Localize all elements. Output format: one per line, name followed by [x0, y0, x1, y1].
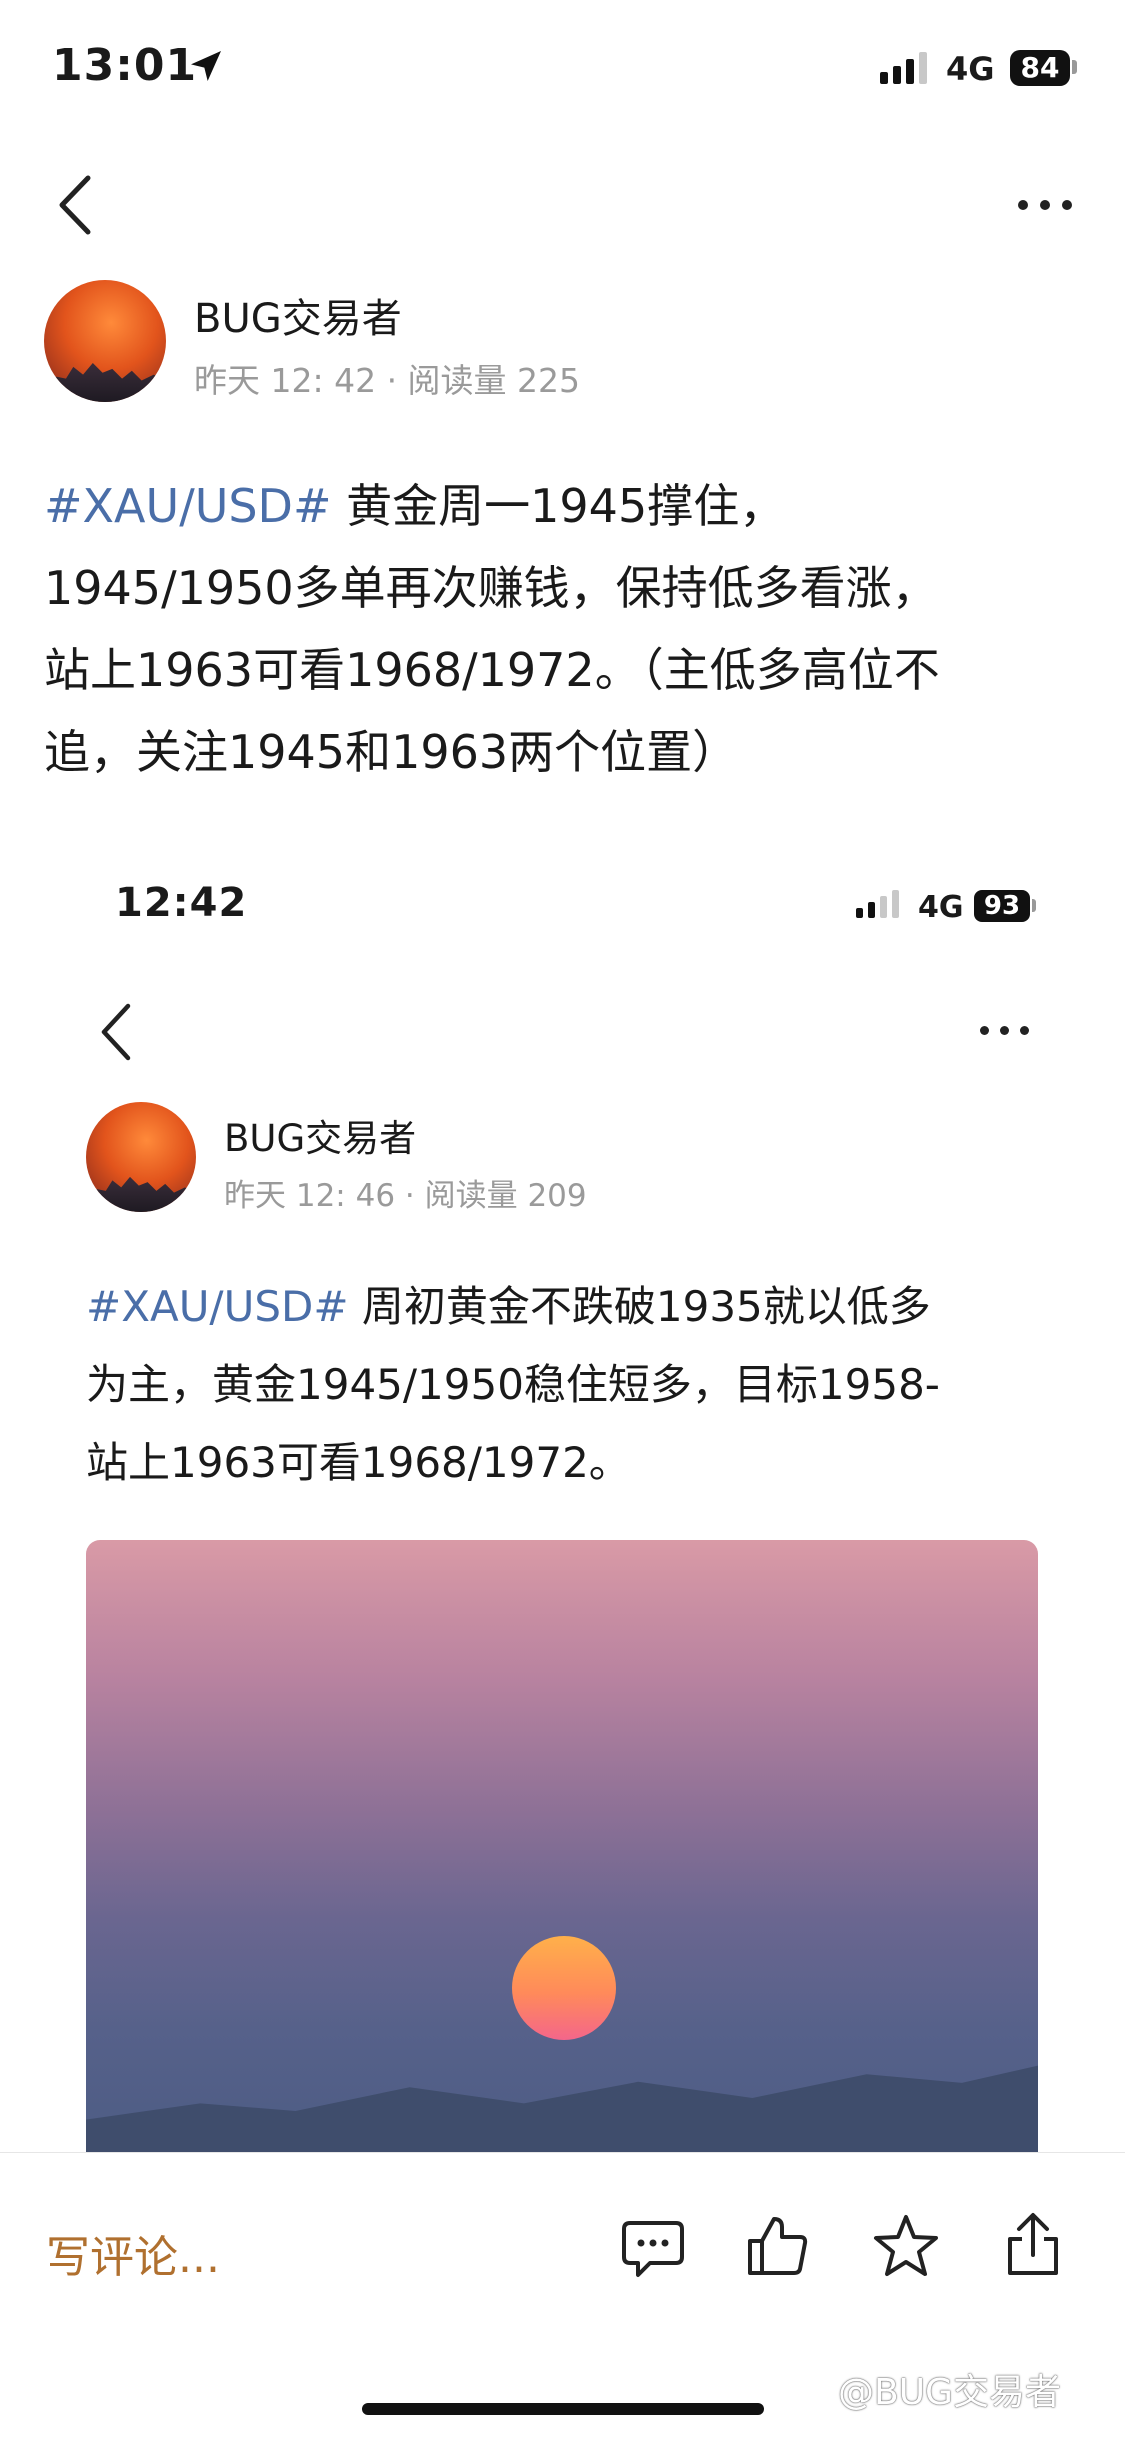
embedded-post-line-2: 为主，黄金1945/1950稳住短多，目标1958-	[86, 1360, 940, 1409]
share-icon[interactable]	[1004, 2211, 1062, 2279]
embedded-battery-tip	[1032, 899, 1036, 912]
post-hashtag[interactable]: #XAU/USD#	[44, 479, 332, 533]
bottom-action-bar: 写评论... @BUG交易者	[0, 2152, 1125, 2437]
embedded-post-body: #XAU/USD# 周初黄金不跌破1935就以低多 为主，黄金1945/1950…	[86, 1268, 1086, 1502]
embedded-back-chevron-icon	[101, 1003, 131, 1061]
watermark: @BUG交易者	[838, 2372, 1061, 2413]
embedded-post-line-1: #XAU/USD# 周初黄金不跌破1935就以低多	[86, 1282, 931, 1331]
embedded-network-type: 4G	[918, 890, 964, 925]
embedded-post-meta: 昨天 12: 46 · 阅读量 209	[224, 1178, 587, 1214]
post-line-1: #XAU/USD# 黄金周一1945撑住，	[44, 479, 786, 533]
comment-input[interactable]: 写评论...	[46, 2221, 220, 2285]
avatar[interactable]	[44, 280, 166, 402]
home-indicator	[362, 2403, 764, 2415]
sun-shape	[512, 1936, 616, 2040]
status-time: 13:01	[52, 40, 198, 91]
back-chevron-icon[interactable]	[50, 170, 100, 240]
mountain-ridge	[86, 2065, 1038, 2152]
embedded-battery-indicator: 93	[974, 890, 1030, 922]
comment-icon[interactable]	[620, 2217, 686, 2281]
embedded-more-dots-icon	[980, 1026, 1029, 1035]
sunset-image	[86, 1540, 1038, 2152]
embedded-author-name: BUG交易者	[224, 1117, 417, 1160]
embedded-signal-icon	[856, 888, 899, 918]
post-body: #XAU/USD# 黄金周一1945撑住， 1945/1950多单再次赚钱，保持…	[44, 465, 1094, 793]
post-line-4: 追，关注1945和1963两个位置）	[44, 725, 739, 779]
embedded-post-line-3: 站上1963可看1968/1972。	[86, 1438, 631, 1487]
star-icon[interactable]	[872, 2213, 940, 2279]
signal-icon	[880, 50, 927, 84]
embedded-hashtag: #XAU/USD#	[86, 1282, 349, 1331]
battery-indicator: 84	[1010, 50, 1070, 86]
more-dots-icon[interactable]	[1018, 200, 1072, 210]
battery-tip	[1072, 60, 1077, 74]
author-name[interactable]: BUG交易者	[194, 286, 402, 344]
embedded-status-time: 12:42	[115, 880, 248, 926]
post-meta: 昨天 12: 42 · 阅读量 225	[194, 361, 581, 400]
network-type: 4G	[946, 50, 995, 88]
embedded-avatar	[86, 1102, 196, 1212]
post-line-3: 站上1963可看1968/1972。（主低多高位不	[44, 643, 940, 697]
location-arrow-icon	[191, 51, 221, 81]
like-icon[interactable]	[746, 2213, 810, 2279]
post-line-2: 1945/1950多单再次赚钱，保持低多看涨，	[44, 561, 938, 615]
